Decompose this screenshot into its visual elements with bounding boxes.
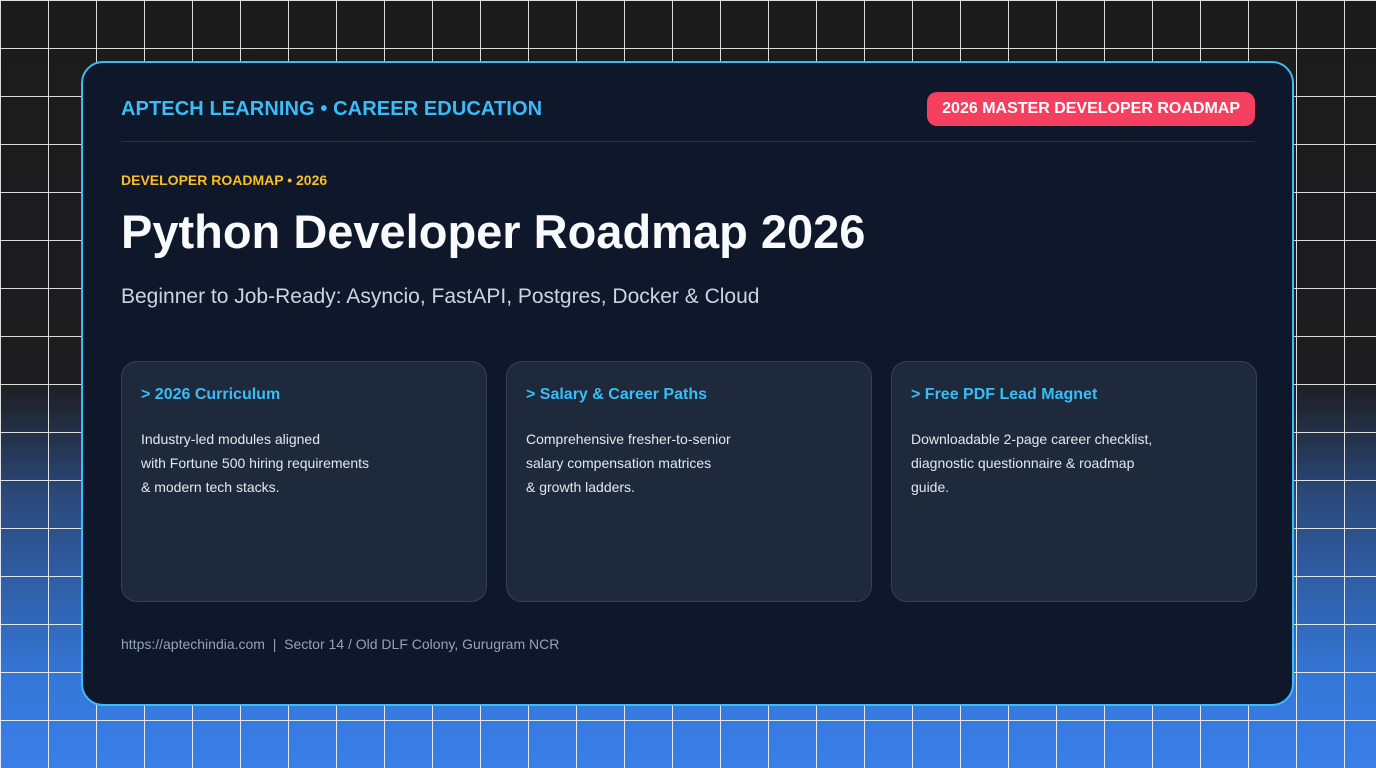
roadmap-card: APTECH LEARNING • CAREER EDUCATION 2026 … bbox=[81, 61, 1294, 706]
feature-title: > Free PDF Lead Magnet bbox=[911, 386, 1098, 403]
page-subtitle: Beginner to Job-Ready: Asyncio, FastAPI,… bbox=[121, 285, 760, 308]
feature-text-line: salary compensation matrices bbox=[526, 455, 712, 471]
feature-card-salary: > Salary & Career Paths Comprehensive fr… bbox=[506, 361, 872, 602]
brand-name: APTECH LEARNING • CAREER EDUCATION bbox=[121, 98, 543, 120]
feature-text-line: Industry-led modules aligned bbox=[141, 431, 320, 447]
footer-info: https://aptechindia.com | Sector 14 / Ol… bbox=[121, 636, 560, 652]
feature-text-line: Comprehensive fresher-to-senior bbox=[526, 431, 731, 447]
feature-text-line: & modern tech stacks. bbox=[141, 479, 280, 495]
feature-card-pdf: > Free PDF Lead Magnet Downloadable 2-pa… bbox=[891, 361, 1257, 602]
feature-text-line: Downloadable 2-page career checklist, bbox=[911, 431, 1153, 447]
header-divider bbox=[121, 141, 1255, 142]
feature-title: > Salary & Career Paths bbox=[526, 386, 707, 403]
feature-text-line: with Fortune 500 hiring requirements bbox=[141, 455, 370, 471]
feature-text-line: & growth ladders. bbox=[526, 479, 635, 495]
page-title: Python Developer Roadmap 2026 bbox=[121, 205, 866, 258]
feature-text-line: diagnostic questionnaire & roadmap bbox=[911, 455, 1135, 471]
feature-card-curriculum: > 2026 Curriculum Industry-led modules a… bbox=[121, 361, 487, 602]
roadmap-badge: 2026 MASTER DEVELOPER ROADMAP bbox=[927, 92, 1255, 126]
feature-title: > 2026 Curriculum bbox=[141, 386, 281, 403]
feature-text-line: guide. bbox=[911, 479, 950, 495]
eyebrow-label: DEVELOPER ROADMAP • 2026 bbox=[121, 172, 328, 188]
